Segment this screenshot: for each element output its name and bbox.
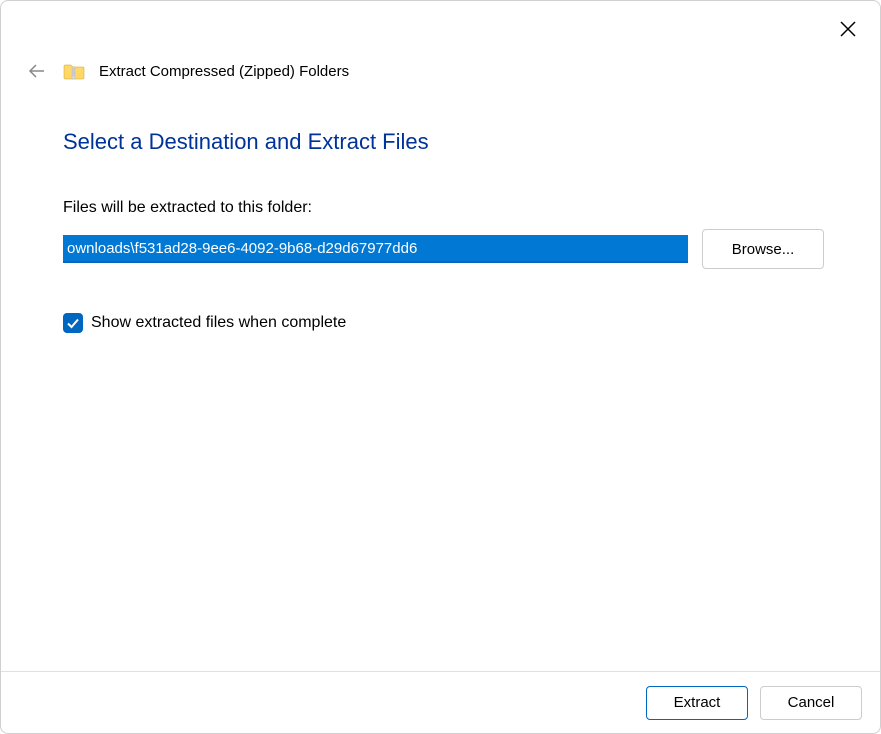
zipped-folder-icon (63, 62, 85, 80)
show-files-checkbox-label: Show extracted files when complete (91, 314, 346, 332)
back-arrow-icon (27, 61, 47, 81)
show-files-checkbox[interactable] (63, 313, 83, 333)
back-button[interactable] (25, 59, 49, 83)
browse-button[interactable]: Browse... (702, 229, 824, 269)
show-files-checkbox-row: Show extracted files when complete (63, 313, 826, 333)
destination-path-input[interactable] (63, 235, 688, 263)
close-icon (840, 21, 856, 37)
checkmark-icon (66, 316, 80, 330)
page-heading: Select a Destination and Extract Files (63, 129, 826, 155)
cancel-button[interactable]: Cancel (760, 686, 862, 720)
path-row: Browse... (63, 229, 826, 269)
content-area: Select a Destination and Extract Files F… (63, 129, 826, 333)
close-button[interactable] (832, 13, 864, 45)
wizard-header: Extract Compressed (Zipped) Folders (25, 59, 349, 83)
dialog-footer: Extract Cancel (1, 671, 880, 733)
folder-label: Files will be extracted to this folder: (63, 199, 826, 217)
extract-button[interactable]: Extract (646, 686, 748, 720)
wizard-title: Extract Compressed (Zipped) Folders (99, 63, 349, 80)
